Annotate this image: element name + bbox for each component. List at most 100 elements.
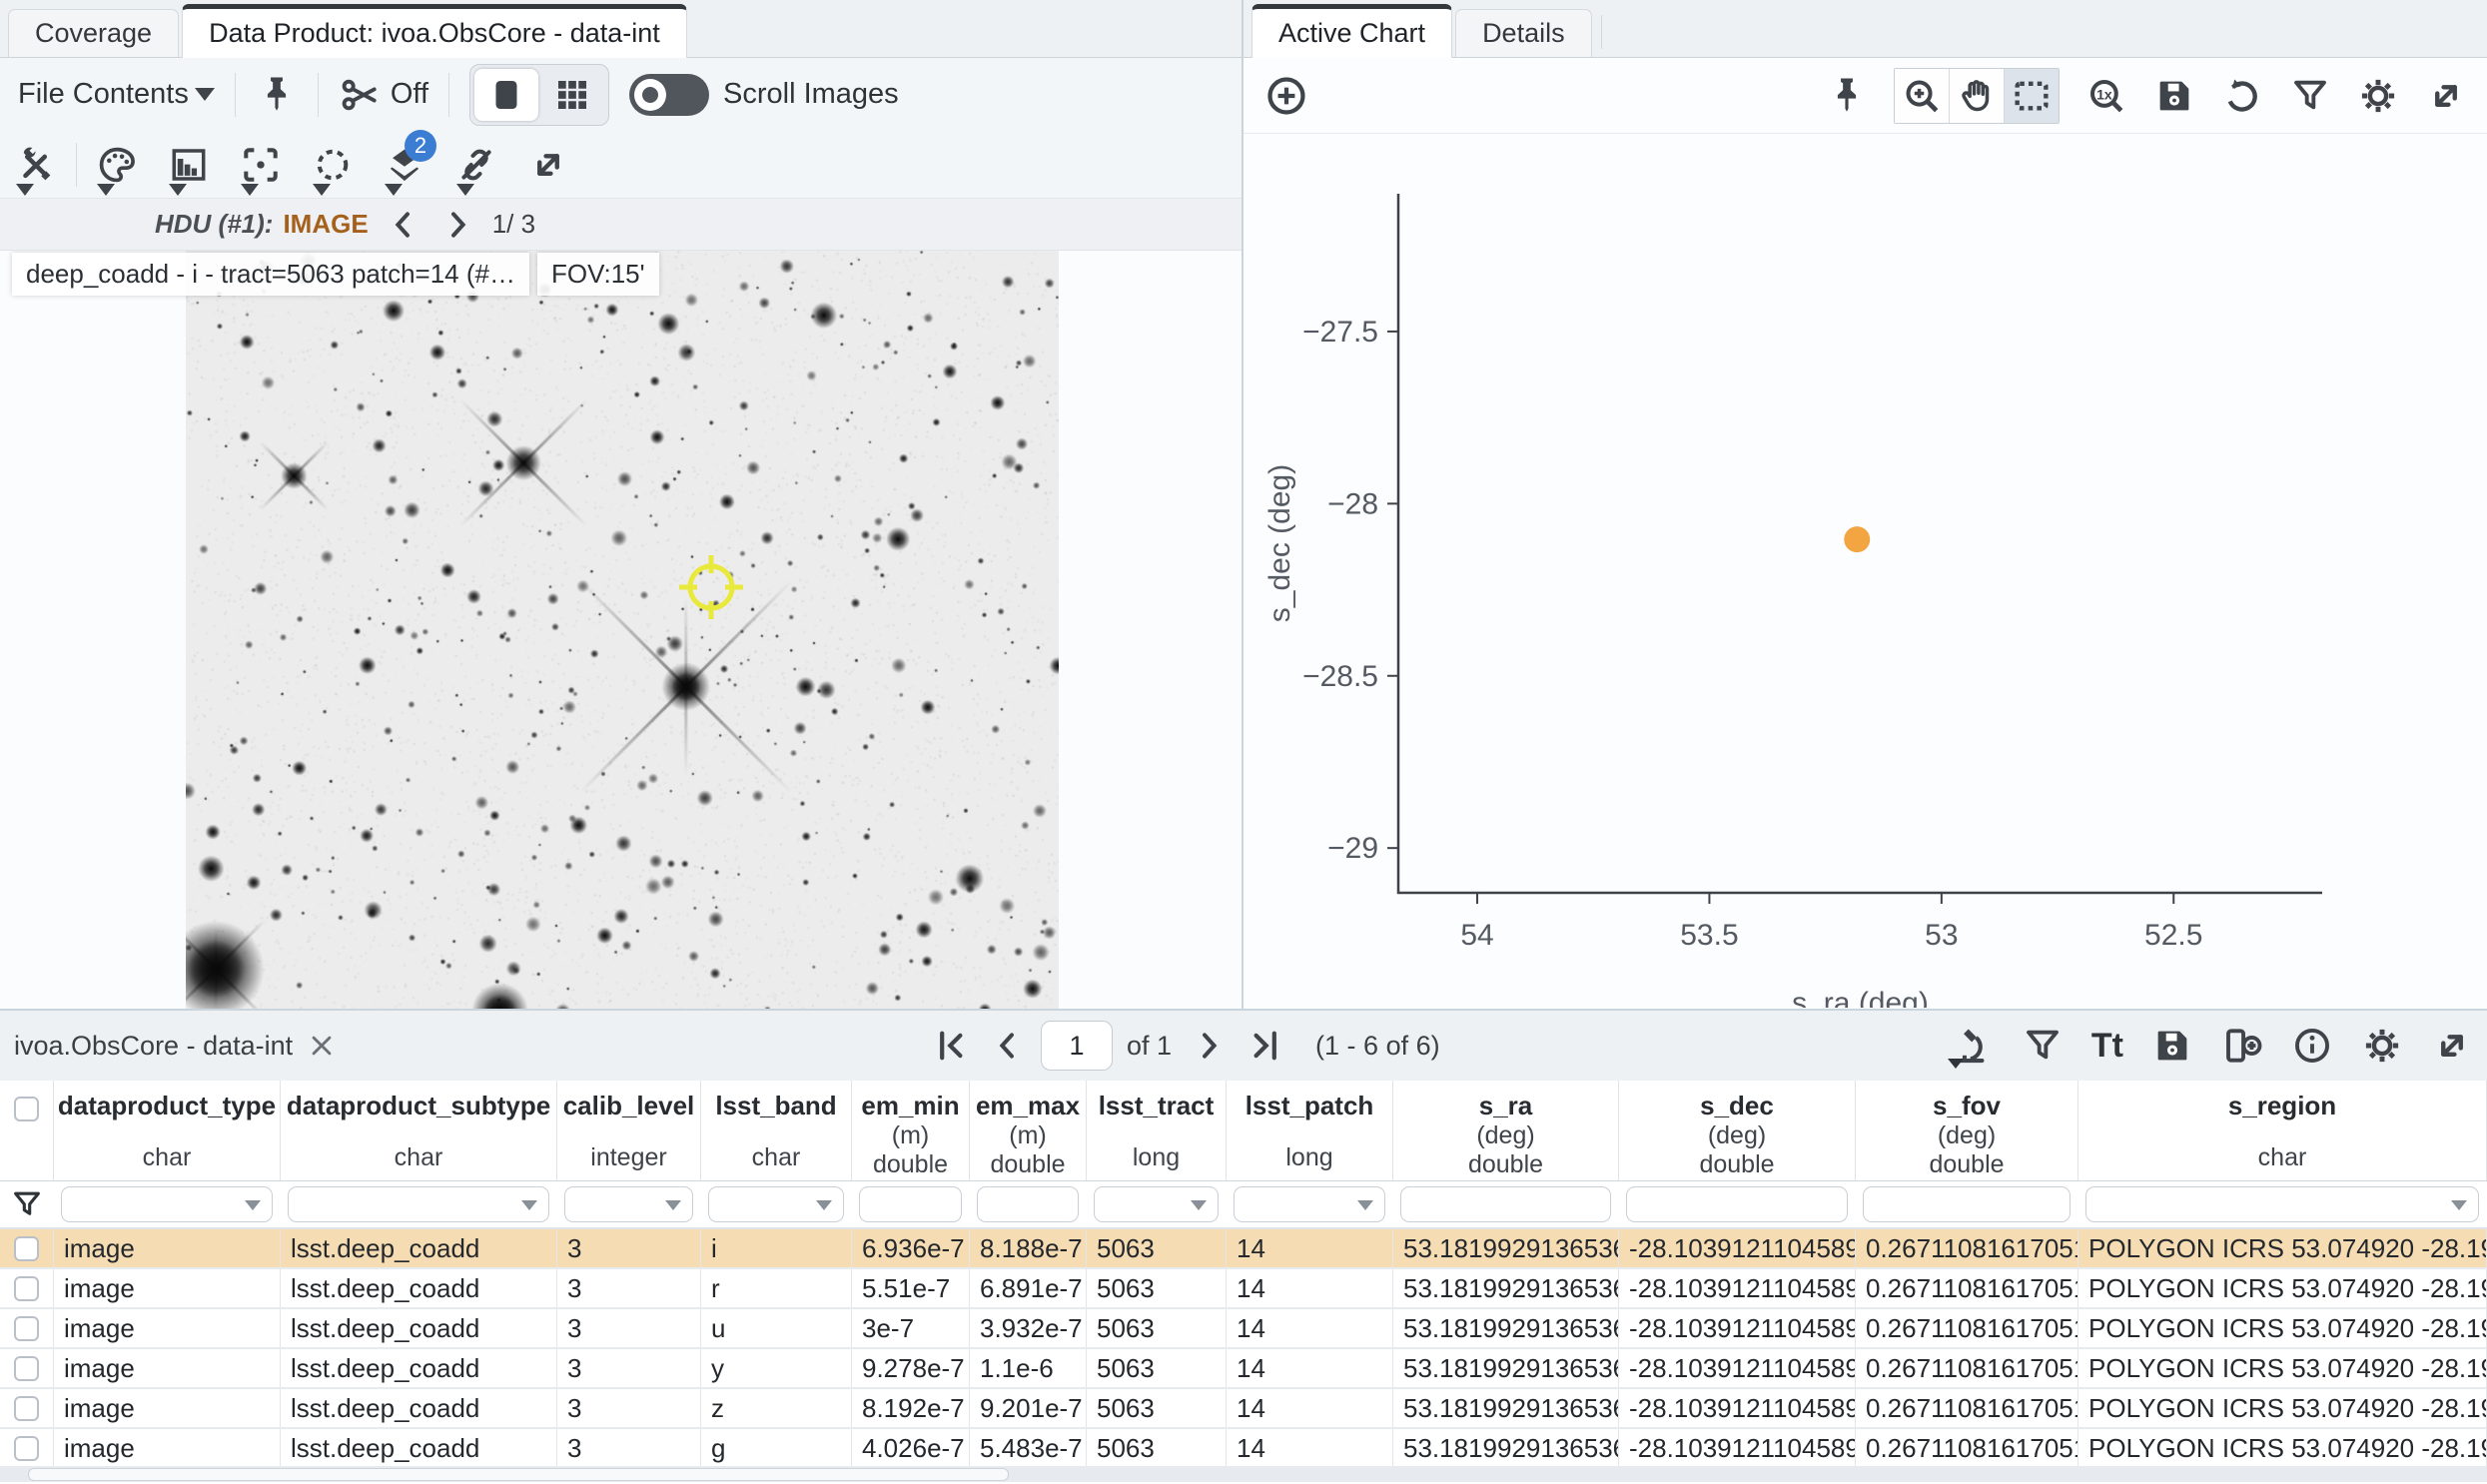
row-checkbox[interactable] [14, 1236, 39, 1261]
layers-button[interactable]: 2 [373, 134, 436, 196]
filter-input-lsst_tract[interactable] [1094, 1186, 1219, 1222]
column-header-dataproduct_type[interactable]: dataproduct_typechar [54, 1081, 281, 1180]
pan-mode-button[interactable] [1950, 69, 2005, 123]
close-icon[interactable] [305, 1029, 339, 1063]
select-region-button[interactable] [301, 134, 365, 196]
select-all-checkbox[interactable] [14, 1097, 39, 1121]
stretch-button[interactable] [157, 134, 221, 196]
tab-coverage[interactable]: Coverage [8, 9, 179, 57]
next-page-button[interactable] [1186, 1023, 1232, 1069]
expand-chart-button[interactable] [2425, 75, 2467, 117]
table-row[interactable]: imagelsst.deep_coadd3g4.026e-75.483e-750… [0, 1429, 2487, 1466]
cell-lsst_band: u [701, 1309, 852, 1347]
row-checkbox[interactable] [14, 1436, 39, 1461]
analyze-button[interactable] [1952, 1025, 1994, 1067]
table-row[interactable]: imagelsst.deep_coadd3r5.51e-76.891e-7506… [0, 1269, 2487, 1309]
text-view-button[interactable]: Tt [2091, 1027, 2123, 1066]
grid-view-button[interactable] [540, 69, 604, 121]
column-header-lsst_band[interactable]: lsst_bandchar [701, 1081, 852, 1180]
magnifier-plus-icon [1901, 75, 1943, 117]
row-checkbox[interactable] [14, 1396, 39, 1421]
column-header-dataproduct_subtype[interactable]: dataproduct_subtypechar [281, 1081, 557, 1180]
column-header-em_max[interactable]: em_max(m)double [970, 1081, 1087, 1180]
tab-details[interactable]: Details [1455, 9, 1592, 57]
scroll-images-toggle[interactable] [629, 74, 709, 116]
chart-plot-area[interactable]: 5453.55352.5−27.5−28−28.5−29s_ra (deg)s_… [1244, 134, 2487, 1009]
filter-input-s_dec[interactable] [1626, 1186, 1848, 1222]
horizontal-scrollbar[interactable] [0, 1466, 2487, 1482]
first-page-button[interactable] [929, 1023, 975, 1069]
column-header-lsst_patch[interactable]: lsst_patchlong [1227, 1081, 1393, 1180]
scrollbar-thumb[interactable] [28, 1468, 1009, 1481]
image-viewer[interactable]: deep_coadd - i - tract=5063 patch=14 (#…… [0, 251, 1242, 1009]
last-page-button[interactable] [1242, 1023, 1287, 1069]
table-row[interactable]: imagelsst.deep_coadd3i6.936e-78.188e-750… [0, 1229, 2487, 1269]
tab-data-product[interactable]: Data Product: ivoa.ObsCore - data-int [182, 4, 687, 58]
add-column-button[interactable] [2221, 1025, 2263, 1067]
wcs-match-button[interactable] [444, 134, 508, 196]
single-view-button[interactable] [474, 69, 538, 121]
image-tools-button[interactable] [4, 134, 68, 196]
save-table-button[interactable] [2151, 1025, 2193, 1067]
column-type: double [873, 1150, 948, 1179]
table-info-button[interactable] [2291, 1025, 2333, 1067]
column-header-em_min[interactable]: em_min(m)double [852, 1081, 970, 1180]
cell-lsst_tract: 5063 [1087, 1309, 1227, 1347]
cell-s_fov: 0.267110816170513 [1856, 1269, 2078, 1307]
filter-input-dataproduct_subtype[interactable] [288, 1186, 549, 1222]
column-header-calib_level[interactable]: calib_levelinteger [557, 1081, 701, 1180]
scatter-plot[interactable]: 5453.55352.5−27.5−28−28.5−29s_ra (deg)s_… [1244, 134, 2485, 1008]
row-checkbox[interactable] [14, 1316, 39, 1341]
filter-input-em_min[interactable] [859, 1186, 962, 1222]
recenter-button[interactable] [229, 134, 293, 196]
zoom-original-button[interactable] [2085, 75, 2127, 117]
table-tab[interactable]: ivoa.ObsCore - data-int [14, 1029, 339, 1063]
filter-table-button[interactable] [2022, 1025, 2064, 1067]
hdu-prev-button[interactable] [385, 206, 422, 244]
tab-active-chart[interactable]: Active Chart [1251, 4, 1452, 58]
table-settings-button[interactable] [2361, 1025, 2403, 1067]
filter-input-s_fov[interactable] [1863, 1186, 2071, 1222]
pin-icon[interactable] [256, 74, 298, 116]
column-header-lsst_tract[interactable]: lsst_tractlong [1087, 1081, 1227, 1180]
restore-chart-button[interactable] [2221, 75, 2263, 117]
filter-input-lsst_band[interactable] [708, 1186, 844, 1222]
crop-button[interactable]: Off [339, 74, 428, 116]
column-name: s_ra [1479, 1091, 1533, 1121]
column-name: s_region [2228, 1091, 2336, 1121]
zoom-mode-button[interactable] [1895, 69, 1950, 123]
starfield-image[interactable] [186, 251, 1059, 1009]
add-chart-button[interactable] [1263, 73, 1309, 119]
expand-image-button[interactable] [516, 134, 580, 196]
table-row[interactable]: imagelsst.deep_coadd3u3e-73.932e-7506314… [0, 1309, 2487, 1349]
column-header-s_fov[interactable]: s_fov(deg)double [1856, 1081, 2078, 1180]
file-contents-dropdown[interactable]: File Contents [18, 78, 215, 111]
page-input[interactable] [1041, 1021, 1113, 1071]
cell-em_max: 1.1e-6 [970, 1349, 1087, 1387]
pin-chart-button[interactable] [1826, 75, 1868, 117]
table-row[interactable]: imagelsst.deep_coadd3z8.192e-79.201e-750… [0, 1389, 2487, 1429]
expand-table-button[interactable] [2431, 1025, 2473, 1067]
filter-input-calib_level[interactable] [564, 1186, 693, 1222]
filter-input-s_region[interactable] [2085, 1186, 2479, 1222]
column-header-s_region[interactable]: s_regionchar [2078, 1081, 2487, 1180]
filter-input-lsst_patch[interactable] [1234, 1186, 1385, 1222]
table-row[interactable]: imagelsst.deep_coadd3y9.278e-71.1e-65063… [0, 1349, 2487, 1389]
filter-chart-button[interactable] [2289, 75, 2331, 117]
filter-input-em_max[interactable] [977, 1186, 1079, 1222]
svg-text:52.5: 52.5 [2144, 919, 2202, 952]
row-checkbox[interactable] [14, 1356, 39, 1381]
hdu-next-button[interactable] [438, 206, 476, 244]
filter-input-s_ra[interactable] [1400, 1186, 1611, 1222]
row-checkbox[interactable] [14, 1276, 39, 1301]
column-header-s_dec[interactable]: s_dec(deg)double [1619, 1081, 1856, 1180]
chart-settings-button[interactable] [2357, 75, 2399, 117]
filter-cell-s_dec [1619, 1186, 1856, 1222]
table-header-row: dataproduct_typechardataproduct_subtypec… [0, 1081, 2487, 1181]
color-palette-button[interactable] [85, 134, 149, 196]
select-mode-button[interactable] [2005, 69, 2059, 123]
prev-page-button[interactable] [985, 1023, 1031, 1069]
save-chart-button[interactable] [2153, 75, 2195, 117]
filter-input-dataproduct_type[interactable] [61, 1186, 273, 1222]
column-header-s_ra[interactable]: s_ra(deg)double [1393, 1081, 1619, 1180]
